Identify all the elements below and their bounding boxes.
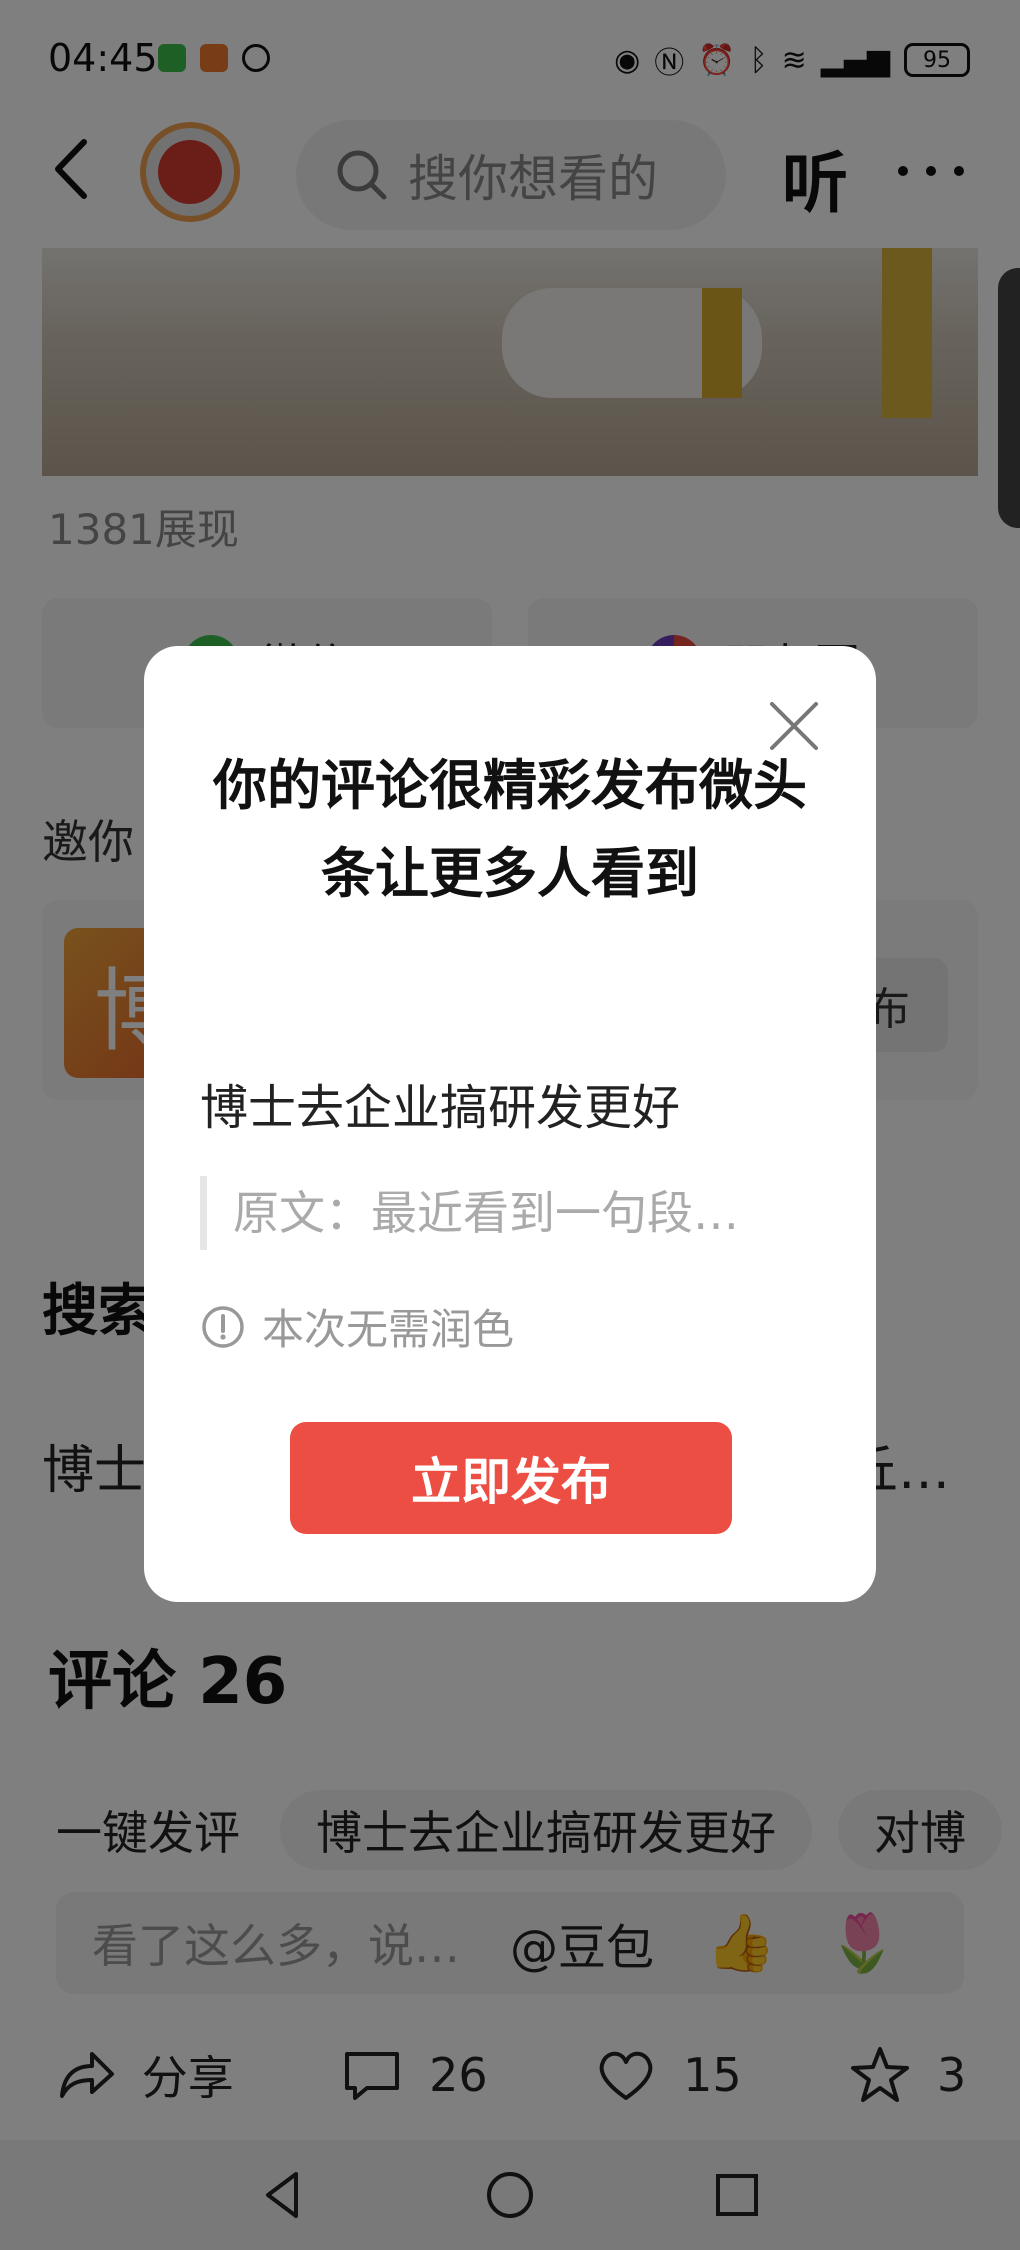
comment-text: 博士去企业搞研发更好 [200,1080,681,1136]
polish-notice: 本次无需润色 [200,1296,514,1357]
dialog-title: 你的评论很精彩发布微头条让更多人看到 [213,754,807,905]
publish-now-button[interactable]: 立即发布 [290,1422,732,1534]
notice-text: 本次无需润色 [262,1305,515,1354]
original-quote: 原文：最近看到一句段… [200,1176,800,1250]
publish-prompt-dialog: 你的评论很精彩发布微头条让更多人看到 博士去企业搞研发更好 原文：最近看到一句段… [144,646,876,1602]
info-exclamation-icon [202,1305,244,1348]
